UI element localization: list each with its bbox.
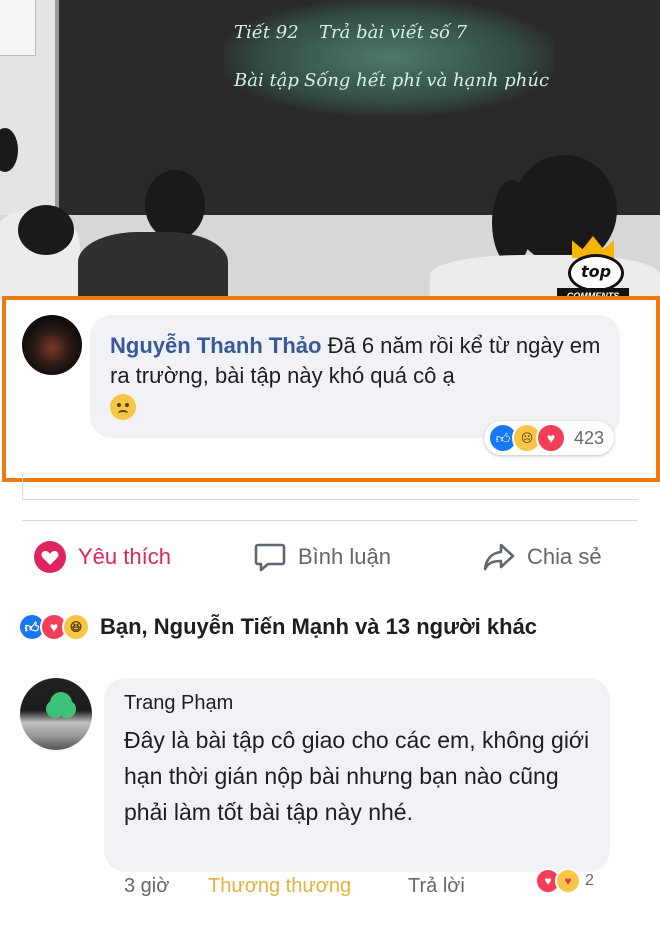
board-line-4: Sống hết phí và hạnh phúc <box>304 70 550 91</box>
comment-content: Nguyễn Thanh Thảo Đã 6 năm rồi kể từ ngà… <box>110 331 610 421</box>
reaction-count: 2 <box>585 872 594 889</box>
student-head <box>145 170 205 240</box>
reaction-summary-text: Bạn, Nguyễn Tiến Mạnh và 13 người khác <box>100 614 538 639</box>
chalk-writing: Tiết 92 Trả bài viết số 7 Bài tập Sống h… <box>224 0 554 115</box>
board-line-2: Trả bài viết số 7 <box>319 22 468 43</box>
comment-author[interactable]: Trang Phạm <box>124 692 233 715</box>
like-button[interactable]: Yêu thích <box>34 535 171 579</box>
board-line-3: Bài tập <box>234 70 299 91</box>
share-button[interactable]: Chia sẻ <box>483 535 602 579</box>
share-label: Chia sẻ <box>527 544 602 569</box>
like-label: Yêu thích <box>78 544 171 569</box>
reply-button[interactable]: Trả lời <box>408 875 465 898</box>
student-head <box>18 205 74 255</box>
board-line-1: Tiết 92 <box>234 22 299 43</box>
comment-time: 3 giờ <box>124 875 170 897</box>
avatar[interactable] <box>22 315 82 375</box>
clover-icon <box>50 692 72 714</box>
post-actions: Yêu thích Bình luận Chia sẻ <box>0 535 660 579</box>
care-reaction-icon: ♥ <box>555 868 581 894</box>
comment-label: Bình luận <box>298 544 391 569</box>
badge-top-text: top <box>568 254 624 292</box>
comment-reactions[interactable]: 👍︎ ☹ ♥ 423 <box>484 421 615 455</box>
comment-button[interactable]: Bình luận <box>254 535 391 579</box>
reaction-icons: 👍︎ ♥ 😆︎ <box>18 613 90 641</box>
reacted-button[interactable]: Thương thương <box>208 875 351 898</box>
divider <box>22 499 638 500</box>
love-reaction-icon: ♥ <box>536 423 566 453</box>
avatar[interactable] <box>20 678 92 750</box>
wall-paper <box>0 0 36 56</box>
top-comments-badge: top COMMENTS <box>557 236 632 300</box>
comment-text: Đây là bài tập cô giao cho các em, không… <box>124 727 590 825</box>
student-body <box>78 232 228 300</box>
classroom-photo: Tiết 92 Trả bài viết số 7 Bài tập Sống h… <box>0 0 660 300</box>
comment-bubble: Trang Phạm Đây là bài tập cô giao cho cá… <box>104 678 610 872</box>
heart-icon <box>34 541 66 573</box>
comment-bubble: Nguyễn Thanh Thảo Đã 6 năm rồi kể từ ngà… <box>90 315 620 438</box>
comment-author[interactable]: Nguyễn Thanh Thảo <box>110 333 321 358</box>
divider <box>22 474 23 500</box>
highlighted-comment: Nguyễn Thanh Thảo Đã 6 năm rồi kể từ ngà… <box>2 296 660 482</box>
comment-icon <box>254 542 286 572</box>
reaction-count: 423 <box>574 427 605 448</box>
post-reaction-summary[interactable]: 👍︎ ♥ 😆︎ Bạn, Nguyễn Tiến Mạnh và 13 ngườ… <box>18 610 537 644</box>
divider <box>22 520 638 521</box>
comment-reactions[interactable]: ♥ ♥ 2 <box>535 868 594 894</box>
haha-reaction-icon: 😆︎ <box>62 613 90 641</box>
share-icon <box>483 542 515 572</box>
sad-face-emoji-icon <box>110 394 136 421</box>
